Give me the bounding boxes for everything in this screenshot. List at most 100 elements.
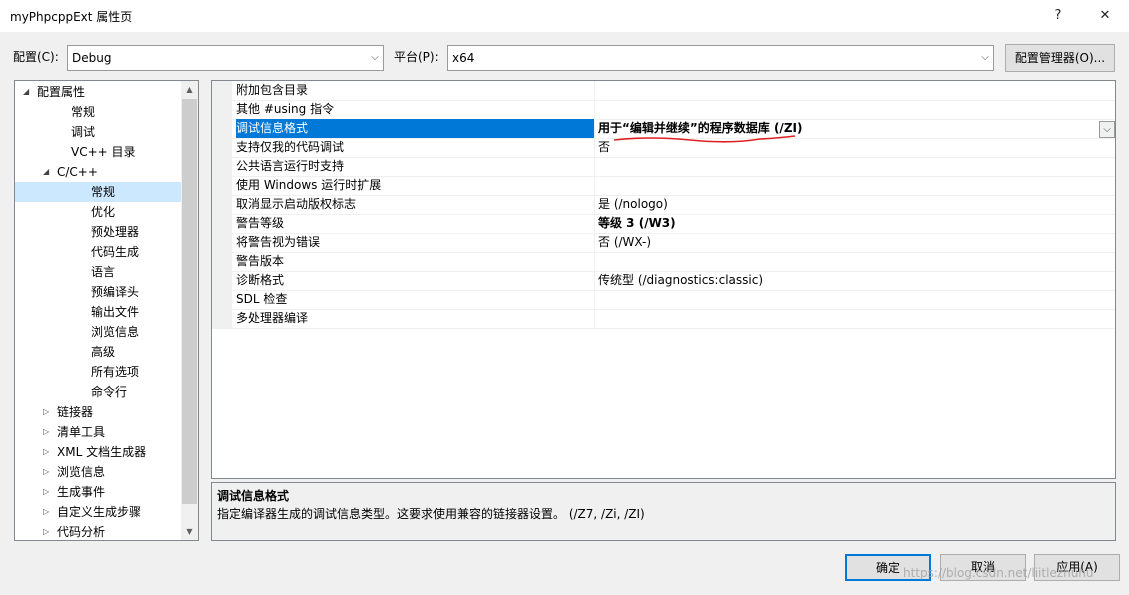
property-value[interactable]: 传统型 (/diagnostics:classic) bbox=[594, 271, 1115, 290]
title-bar: myPhpcppExt 属性页 ? ✕ bbox=[0, 0, 1129, 32]
property-name: 支持仅我的代码调试 bbox=[236, 140, 345, 154]
tree-item-label: 命令行 bbox=[91, 385, 128, 399]
platform-label: 平台(P): bbox=[394, 50, 439, 64]
tree-item[interactable]: 输出文件 bbox=[15, 302, 181, 322]
tree-panel: ◢ 配置属性 常规 调试 VC++ 目录 ◢ C/C++ 常规 优化 预处理器 代码生成 语言 预编译头… bbox=[14, 80, 199, 541]
property-value[interactable]: 是 (/nologo) bbox=[594, 195, 1115, 214]
tree-item[interactable]: 所有选项 bbox=[15, 362, 181, 382]
tree-item[interactable]: 常规 bbox=[15, 102, 181, 122]
tree-item-label: 清单工具 bbox=[57, 425, 106, 439]
tree-item[interactable]: 调试 bbox=[15, 122, 181, 142]
window-title: myPhpcppExt 属性页 bbox=[10, 10, 133, 24]
tree-item[interactable]: 代码生成 bbox=[15, 242, 181, 262]
tree-item-label: 调试 bbox=[71, 125, 96, 139]
config-select[interactable]: Debug ⌵ bbox=[67, 45, 384, 71]
tree-item[interactable]: 语言 bbox=[15, 262, 181, 282]
tree-item[interactable]: VC++ 目录 bbox=[15, 142, 181, 162]
property-value[interactable] bbox=[594, 290, 1115, 309]
expander-icon[interactable]: ▷ bbox=[43, 502, 53, 522]
help-button[interactable]: ? bbox=[1043, 4, 1073, 28]
grid-row[interactable]: 诊断格式 传统型 (/diagnostics:classic) bbox=[212, 271, 1115, 291]
chevron-down-icon: ⌵ bbox=[371, 52, 379, 63]
grid-row[interactable]: SDL 检查 bbox=[212, 290, 1115, 310]
property-name: 警告等级 bbox=[236, 216, 285, 230]
property-value[interactable] bbox=[594, 100, 1115, 119]
tree-item-label: 优化 bbox=[91, 205, 116, 219]
grid-row[interactable]: 将警告视为错误 否 (/WX-) bbox=[212, 233, 1115, 253]
tree-item-label: 输出文件 bbox=[91, 305, 140, 319]
tree-item-label: XML 文档生成器 bbox=[57, 445, 147, 459]
tree-item-label: 生成事件 bbox=[57, 485, 106, 499]
tree-item-label: 代码分析 bbox=[57, 525, 106, 539]
grid-row[interactable]: 警告等级 等级 3 (/W3) bbox=[212, 214, 1115, 234]
grid-row[interactable]: 使用 Windows 运行时扩展 bbox=[212, 176, 1115, 196]
grid-row[interactable]: 多处理器编译 bbox=[212, 309, 1115, 329]
property-name: 警告版本 bbox=[236, 254, 285, 268]
grid-row[interactable]: 取消显示启动版权标志 是 (/nologo) bbox=[212, 195, 1115, 215]
tree-item[interactable]: ▷ 自定义生成步骤 bbox=[15, 502, 181, 522]
tree-item-label: 语言 bbox=[91, 265, 116, 279]
expander-icon[interactable]: ◢ bbox=[43, 162, 53, 182]
tree-item[interactable]: ▷ XML 文档生成器 bbox=[15, 442, 181, 462]
expander-icon[interactable]: ▷ bbox=[43, 402, 53, 422]
property-name: 取消显示启动版权标志 bbox=[236, 197, 357, 211]
expander-icon[interactable]: ◢ bbox=[23, 82, 33, 102]
tree-item-label: 常规 bbox=[91, 185, 116, 199]
property-name: 公共语言运行时支持 bbox=[236, 159, 345, 173]
tree-item-label: 自定义生成步骤 bbox=[57, 505, 142, 519]
expander-icon[interactable]: ▷ bbox=[43, 522, 53, 540]
tree-item[interactable]: 高级 bbox=[15, 342, 181, 362]
platform-select[interactable]: x64 ⌵ bbox=[447, 45, 994, 71]
description-title: 调试信息格式 bbox=[217, 489, 290, 503]
tree-item[interactable]: ▷ 链接器 bbox=[15, 402, 181, 422]
tree-item[interactable]: 常规 bbox=[15, 182, 181, 202]
property-tree: ◢ 配置属性 常规 调试 VC++ 目录 ◢ C/C++ 常规 优化 预处理器 代码生成 语言 预编译头… bbox=[15, 81, 181, 540]
scroll-down-icon[interactable]: ▼ bbox=[181, 523, 198, 540]
close-button[interactable]: ✕ bbox=[1090, 4, 1120, 28]
tree-item[interactable]: 浏览信息 bbox=[15, 322, 181, 342]
property-name: 其他 #using 指令 bbox=[236, 102, 335, 116]
tree-item-label: 链接器 bbox=[57, 405, 94, 419]
tree-item[interactable]: ▷ 浏览信息 bbox=[15, 462, 181, 482]
property-value[interactable] bbox=[594, 252, 1115, 271]
expander-icon[interactable]: ▷ bbox=[43, 482, 53, 502]
grid-row[interactable]: 警告版本 bbox=[212, 252, 1115, 272]
chevron-down-icon: ⌵ bbox=[981, 52, 989, 63]
grid-row[interactable]: 公共语言运行时支持 bbox=[212, 157, 1115, 177]
tree-item-label: 所有选项 bbox=[91, 365, 140, 379]
property-value[interactable] bbox=[594, 309, 1115, 328]
tree-item-label: 常规 bbox=[71, 105, 96, 119]
tree-item-label: VC++ 目录 bbox=[71, 145, 136, 159]
scroll-up-icon[interactable]: ▲ bbox=[181, 81, 198, 98]
property-name: 附加包含目录 bbox=[236, 83, 309, 97]
tree-scrollbar[interactable]: ▲ ▼ bbox=[181, 81, 198, 540]
expander-icon[interactable]: ▷ bbox=[43, 422, 53, 442]
property-value[interactable]: 否 (/WX-) bbox=[594, 233, 1115, 252]
tree-item[interactable]: ▷ 清单工具 bbox=[15, 422, 181, 442]
config-manager-button[interactable]: 配置管理器(O)... bbox=[1005, 44, 1115, 72]
tree-item[interactable]: 命令行 bbox=[15, 382, 181, 402]
property-value[interactable] bbox=[594, 176, 1115, 195]
tree-item[interactable]: 优化 bbox=[15, 202, 181, 222]
tree-item[interactable]: ▷ 生成事件 bbox=[15, 482, 181, 502]
grid-row[interactable]: 其他 #using 指令 bbox=[212, 100, 1115, 120]
expander-icon[interactable]: ▷ bbox=[43, 442, 53, 462]
property-value[interactable] bbox=[594, 81, 1115, 100]
tree-item-label: 高级 bbox=[91, 345, 116, 359]
scrollbar-thumb[interactable] bbox=[182, 99, 197, 504]
tree-item[interactable]: 预编译头 bbox=[15, 282, 181, 302]
value-dropdown-button[interactable]: ⌵ bbox=[1099, 121, 1115, 138]
expander-icon[interactable]: ▷ bbox=[43, 462, 53, 482]
tree-item[interactable]: 预处理器 bbox=[15, 222, 181, 242]
grid-row[interactable]: 附加包含目录 bbox=[212, 81, 1115, 101]
tree-item[interactable]: ◢ C/C++ bbox=[15, 162, 181, 182]
watermark: https://blog.csdn.net/liitlezhuhu bbox=[903, 566, 1094, 580]
property-name: 将警告视为错误 bbox=[236, 235, 321, 249]
tree-item-label: 预处理器 bbox=[91, 225, 140, 239]
property-value[interactable] bbox=[594, 157, 1115, 176]
tree-item-label: 代码生成 bbox=[91, 245, 140, 259]
tree-item[interactable]: ◢ 配置属性 bbox=[15, 82, 181, 102]
property-name: 多处理器编译 bbox=[236, 311, 309, 325]
tree-item[interactable]: ▷ 代码分析 bbox=[15, 522, 181, 540]
property-value[interactable]: 等级 3 (/W3) bbox=[594, 214, 1115, 233]
